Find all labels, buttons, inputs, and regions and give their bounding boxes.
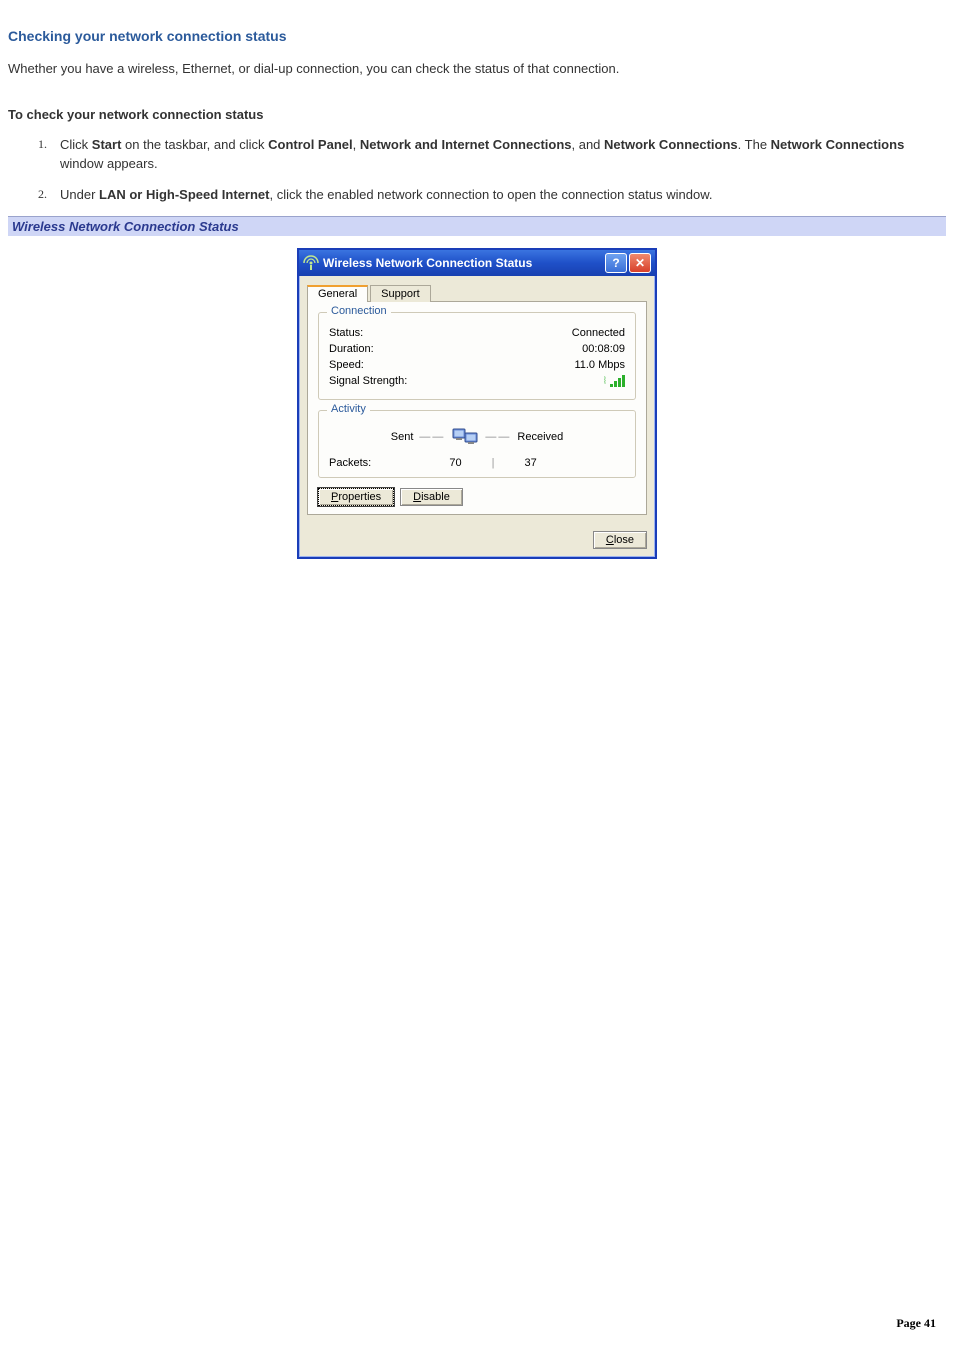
sub-heading: To check your network connection status: [8, 107, 946, 122]
step-text: . The: [738, 137, 771, 152]
close-button[interactable]: Close: [593, 531, 647, 549]
dialog-title: Wireless Network Connection Status: [323, 256, 605, 270]
bold-control-panel: Control Panel: [268, 137, 353, 152]
tab-strip: General Support: [307, 284, 647, 302]
help-button[interactable]: ?: [605, 253, 627, 273]
step-text: ,: [353, 137, 360, 152]
status-label: Status:: [329, 327, 363, 339]
bold-lan: LAN or High-Speed Internet: [99, 187, 269, 202]
step-text: Click: [60, 137, 92, 152]
page-number: 41: [924, 1316, 936, 1330]
speed-label: Speed:: [329, 359, 364, 371]
section-heading: Checking your network connection status: [8, 28, 946, 44]
group-connection: Connection Status: Connected Duration: 0…: [318, 312, 636, 400]
signal-strength-icon: ⦚: [604, 375, 625, 387]
status-value: Connected: [572, 327, 625, 339]
intro-text: Whether you have a wireless, Ethernet, o…: [8, 60, 946, 79]
tab-panel-general: Connection Status: Connected Duration: 0…: [307, 301, 647, 515]
group-title-activity: Activity: [327, 403, 370, 415]
page-footer: Page 41: [896, 1316, 936, 1331]
packets-label: Packets:: [329, 457, 371, 469]
packets-received-value: 37: [525, 457, 537, 469]
properties-button[interactable]: Properties: [318, 488, 394, 506]
step-number: 1.: [38, 136, 47, 153]
step-text: window appears.: [60, 156, 158, 171]
bold-network-internet: Network and Internet Connections: [360, 137, 572, 152]
disable-button[interactable]: Disable: [400, 488, 463, 506]
activity-received-label: Received: [517, 431, 563, 443]
bold-network-connections: Network Connections: [604, 137, 738, 152]
step-text: Under: [60, 187, 99, 202]
speed-value: 11.0 Mbps: [574, 359, 625, 371]
tab-support[interactable]: Support: [370, 285, 431, 302]
step-text: on the taskbar, and click: [121, 137, 268, 152]
dialog-titlebar[interactable]: Wireless Network Connection Status ? ✕: [299, 250, 655, 276]
step-1: 1. Click Start on the taskbar, and click…: [38, 136, 946, 174]
step-text: , click the enabled network connection t…: [269, 187, 712, 202]
divider: |: [492, 457, 495, 469]
signal-label: Signal Strength:: [329, 375, 407, 387]
activity-dash-icon: ——: [485, 431, 511, 443]
close-icon[interactable]: ✕: [629, 253, 651, 273]
tab-general[interactable]: General: [307, 285, 368, 302]
activity-sent-label: Sent: [391, 431, 414, 443]
figure-caption: Wireless Network Connection Status: [8, 216, 946, 236]
bold-start: Start: [92, 137, 122, 152]
group-activity: Activity Sent ——: [318, 410, 636, 478]
wireless-icon: [303, 255, 319, 271]
bold-network-connections-2: Network Connections: [771, 137, 905, 152]
packets-sent-value: 70: [449, 457, 461, 469]
network-computers-icon: [451, 425, 479, 449]
duration-value: 00:08:09: [582, 343, 625, 355]
status-dialog: Wireless Network Connection Status ? ✕ G…: [297, 248, 657, 559]
activity-dash-icon: ——: [419, 431, 445, 443]
group-title-connection: Connection: [327, 305, 391, 317]
page-label: Page: [896, 1316, 921, 1330]
step-text: , and: [572, 137, 605, 152]
step-number: 2.: [38, 186, 47, 203]
step-2: 2. Under LAN or High-Speed Internet, cli…: [38, 186, 946, 205]
duration-label: Duration:: [329, 343, 374, 355]
